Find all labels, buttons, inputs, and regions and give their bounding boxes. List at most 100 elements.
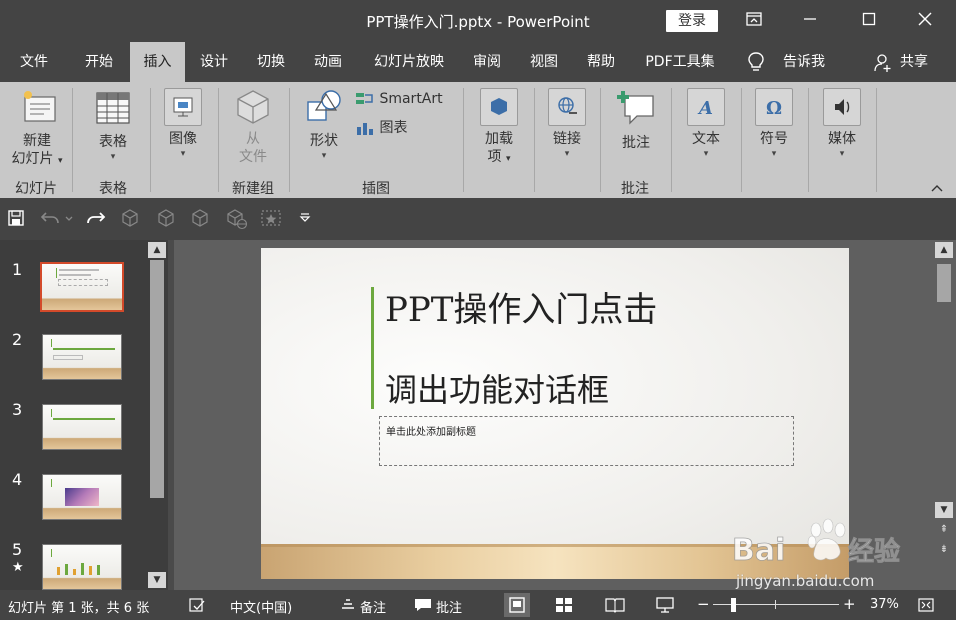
slide-thumbnail-4[interactable] xyxy=(42,474,122,520)
tab-view[interactable]: 视图 xyxy=(520,42,568,82)
ribbon-separator xyxy=(218,88,219,192)
slide-thumbnail-5[interactable] xyxy=(42,544,122,590)
addins-icon xyxy=(480,88,518,126)
slide-thumbnail-2[interactable] xyxy=(42,334,122,380)
scroll-down-arrow-icon[interactable]: ▼ xyxy=(148,572,166,588)
new-slide-button[interactable]: 新建 幻灯片 ▾ xyxy=(4,88,70,170)
ribbon-separator xyxy=(72,88,73,192)
image-button[interactable]: 图像 ▾ xyxy=(156,88,210,160)
slide-thumbnail-1[interactable] xyxy=(40,262,124,312)
speaker-icon xyxy=(823,88,861,126)
scroll-up-arrow-icon[interactable]: ▲ xyxy=(148,242,166,258)
tab-home[interactable]: 开始 xyxy=(75,42,123,82)
slideshow-view-icon[interactable] xyxy=(652,593,678,617)
undo-icon[interactable] xyxy=(40,208,62,230)
subtitle-placeholder-text: 单击此处添加副标题 xyxy=(386,427,476,438)
link-button[interactable]: 链接 ▾ xyxy=(540,88,594,160)
smartart-icon xyxy=(355,91,375,107)
smartart-button[interactable]: SmartArt xyxy=(355,90,455,108)
comment-button[interactable]: 批注 xyxy=(607,88,665,152)
tab-review[interactable]: 审阅 xyxy=(463,42,511,82)
new-slide-icon xyxy=(19,88,56,128)
scrollbar-thumb[interactable] xyxy=(150,260,164,498)
maximize-icon[interactable] xyxy=(849,6,889,36)
tab-transitions[interactable]: 切换 xyxy=(247,42,295,82)
3d-online-icon[interactable] xyxy=(226,208,248,230)
slide-number: 4 xyxy=(12,470,23,489)
tab-file[interactable]: 文件 xyxy=(10,42,58,82)
text-label: 文本 xyxy=(692,131,720,147)
scroll-down-arrow-icon[interactable]: ▼ xyxy=(935,502,953,518)
undo-dropdown-icon[interactable] xyxy=(64,208,76,230)
media-button[interactable]: 媒体 ▾ xyxy=(814,88,870,160)
chart-button[interactable]: 图表 xyxy=(355,119,455,137)
table-button[interactable]: 表格 ▾ xyxy=(80,88,146,163)
media-label: 媒体 xyxy=(828,131,856,147)
animation-star-icon: ★ xyxy=(12,560,24,575)
slide-title-line-2[interactable]: 调出功能对话框 xyxy=(385,370,825,410)
group-label-new-group: 新建组 xyxy=(232,181,274,197)
shapes-button[interactable]: 形状 ▾ xyxy=(298,88,350,162)
ribbon-separator xyxy=(876,88,877,192)
fit-to-window-icon[interactable] xyxy=(918,598,934,612)
scrollbar-thumb[interactable] xyxy=(937,264,951,302)
group-label-comments: 批注 xyxy=(621,181,649,197)
share-button[interactable]: 共享 xyxy=(894,42,934,82)
login-button[interactable]: 登录 xyxy=(666,10,718,32)
collapse-ribbon-icon[interactable] xyxy=(930,182,946,194)
notes-button[interactable]: 备注 xyxy=(360,597,386,616)
redo-icon[interactable] xyxy=(84,208,106,230)
tab-insert[interactable]: 插入 xyxy=(130,42,185,82)
ribbon-separator xyxy=(741,88,742,192)
ribbon-display-icon[interactable] xyxy=(734,6,774,36)
tab-help[interactable]: 帮助 xyxy=(577,42,625,82)
3d-model-icon[interactable] xyxy=(120,208,142,230)
save-icon[interactable] xyxy=(6,208,28,230)
zoom-level[interactable]: 37% xyxy=(870,597,899,612)
language-indicator[interactable]: 中文(中国) xyxy=(230,597,292,616)
title-bar: PPT操作入门.pptx - PowerPoint 登录 xyxy=(0,0,956,42)
text-button[interactable]: A 文本 ▾ xyxy=(678,88,734,160)
tell-me-search[interactable]: 告诉我 xyxy=(774,42,834,82)
addins-button[interactable]: 加载 项 ▾ xyxy=(472,88,526,168)
reading-view-icon[interactable] xyxy=(602,593,628,617)
from-file-button[interactable]: 从 文件 xyxy=(224,88,282,166)
slide-sorter-view-icon[interactable] xyxy=(551,593,577,617)
addins-label-2: 项 ▾ xyxy=(487,149,511,165)
group-label-slides: 幻灯片 xyxy=(15,181,57,197)
slide-number: 5 xyxy=(12,540,23,559)
spell-check-icon[interactable] xyxy=(188,597,206,613)
tab-slideshow[interactable]: 幻灯片放映 xyxy=(364,42,454,82)
zoom-slider-handle[interactable] xyxy=(731,598,736,612)
slide-count: 幻灯片 第 1 张，共 6 张 xyxy=(8,601,150,616)
chevron-down-icon: ▾ xyxy=(771,149,777,159)
tab-pdf-tools[interactable]: PDF工具集 xyxy=(636,42,724,82)
comments-button[interactable]: 批注 xyxy=(436,597,462,616)
normal-view-icon[interactable] xyxy=(504,593,530,617)
chevron-down-icon: ▾ xyxy=(839,149,845,159)
zoom-out-icon[interactable]: − xyxy=(697,595,710,613)
ribbon-insert: 新建 幻灯片 ▾ 幻灯片 表格 ▾ 表格 图像 ▾ 从 文件 新建组 形状 ▾ … xyxy=(0,82,956,198)
3d-model-icon[interactable] xyxy=(156,208,178,230)
pane-divider[interactable] xyxy=(168,240,174,590)
lightbulb-icon[interactable] xyxy=(746,51,766,73)
svg-text:Ω: Ω xyxy=(766,98,782,119)
ribbon-separator xyxy=(808,88,809,192)
subtitle-placeholder[interactable]: 单击此处添加副标题 xyxy=(379,416,794,466)
slide-number: 1 xyxy=(12,260,23,279)
slide-title-line-1[interactable]: PPT操作入门点击 xyxy=(385,290,825,330)
thumbnail-scrollbar[interactable]: ▲ ▼ xyxy=(148,242,166,588)
slide-number: 3 xyxy=(12,400,23,419)
person-add-icon[interactable] xyxy=(874,53,892,73)
customize-qat-icon[interactable] xyxy=(298,208,320,230)
tab-design[interactable]: 设计 xyxy=(190,42,238,82)
add-animation-icon[interactable] xyxy=(260,208,282,230)
table-label: 表格 xyxy=(99,134,127,150)
close-icon[interactable] xyxy=(905,6,945,36)
minimize-icon[interactable] xyxy=(790,6,830,36)
symbol-button[interactable]: Ω 符号 ▾ xyxy=(746,88,802,160)
slide-thumbnail-3[interactable] xyxy=(42,404,122,450)
tab-animations[interactable]: 动画 xyxy=(304,42,352,82)
3d-model-icon[interactable] xyxy=(190,208,212,230)
scroll-up-arrow-icon[interactable]: ▲ xyxy=(935,242,953,258)
